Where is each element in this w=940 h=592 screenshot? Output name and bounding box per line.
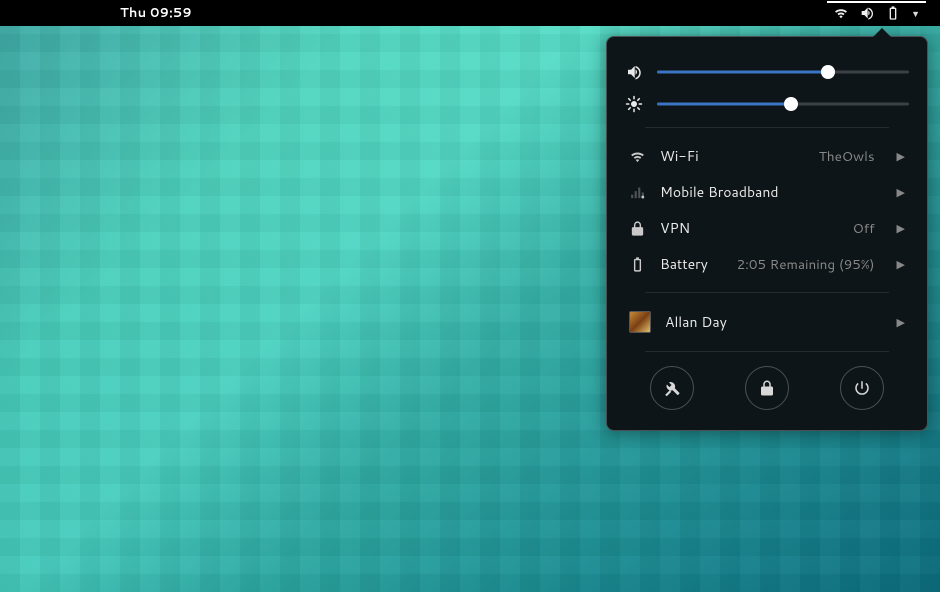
volume-icon: [625, 63, 643, 81]
lock-icon: [758, 379, 776, 397]
chevron-right-icon: ▶: [897, 256, 905, 272]
wifi-icon: [629, 148, 646, 165]
top-bar: Thu 09:59 ▼: [0, 0, 940, 26]
vpn-label: VPN: [660, 218, 839, 238]
power-icon: [853, 379, 871, 397]
volume-slider[interactable]: [657, 65, 909, 79]
volume-slider-row: [625, 63, 909, 81]
chevron-right-icon: ▶: [897, 220, 905, 236]
tools-icon: [663, 379, 681, 397]
battery-hint: 2:05 Remaining (95%): [737, 255, 875, 274]
lock-icon: [629, 220, 646, 237]
settings-button[interactable]: [650, 366, 694, 410]
chevron-right-icon: ▶: [897, 314, 905, 330]
vpn-item[interactable]: VPN Off ▶: [625, 210, 909, 246]
user-name: Allan Day: [665, 312, 875, 332]
separator: [645, 351, 889, 352]
chevron-right-icon: ▶: [897, 184, 905, 200]
separator: [645, 292, 889, 293]
cellular-icon: [629, 184, 646, 201]
chevron-down-icon: ▼: [911, 7, 920, 20]
lock-button[interactable]: [745, 366, 789, 410]
battery-icon: [885, 5, 901, 21]
system-menu-panel: Wi-Fi TheOwls ▶ Mobile Broadband ▶ VPN O…: [606, 36, 928, 431]
mobile-broadband-item[interactable]: Mobile Broadband ▶: [625, 174, 909, 210]
wifi-hint: TheOwls: [819, 147, 875, 166]
mobile-label: Mobile Broadband: [660, 182, 875, 202]
battery-icon: [629, 256, 646, 273]
system-tray[interactable]: ▼: [827, 1, 926, 23]
brightness-slider-row: [625, 95, 909, 113]
battery-label: Battery: [660, 254, 723, 274]
brightness-slider[interactable]: [657, 97, 909, 111]
volume-icon: [859, 5, 875, 21]
separator: [645, 127, 889, 128]
vpn-hint: Off: [853, 219, 875, 238]
brightness-icon: [625, 95, 643, 113]
wifi-icon: [833, 5, 849, 21]
chevron-right-icon: ▶: [897, 148, 905, 164]
wifi-label: Wi-Fi: [660, 146, 805, 166]
power-button[interactable]: [840, 366, 884, 410]
user-item[interactable]: Allan Day ▶: [625, 303, 909, 341]
action-buttons: [625, 366, 909, 410]
clock: Thu 09:59: [120, 4, 192, 22]
wifi-item[interactable]: Wi-Fi TheOwls ▶: [625, 138, 909, 174]
user-avatar: [629, 311, 651, 333]
battery-item[interactable]: Battery 2:05 Remaining (95%) ▶: [625, 246, 909, 282]
